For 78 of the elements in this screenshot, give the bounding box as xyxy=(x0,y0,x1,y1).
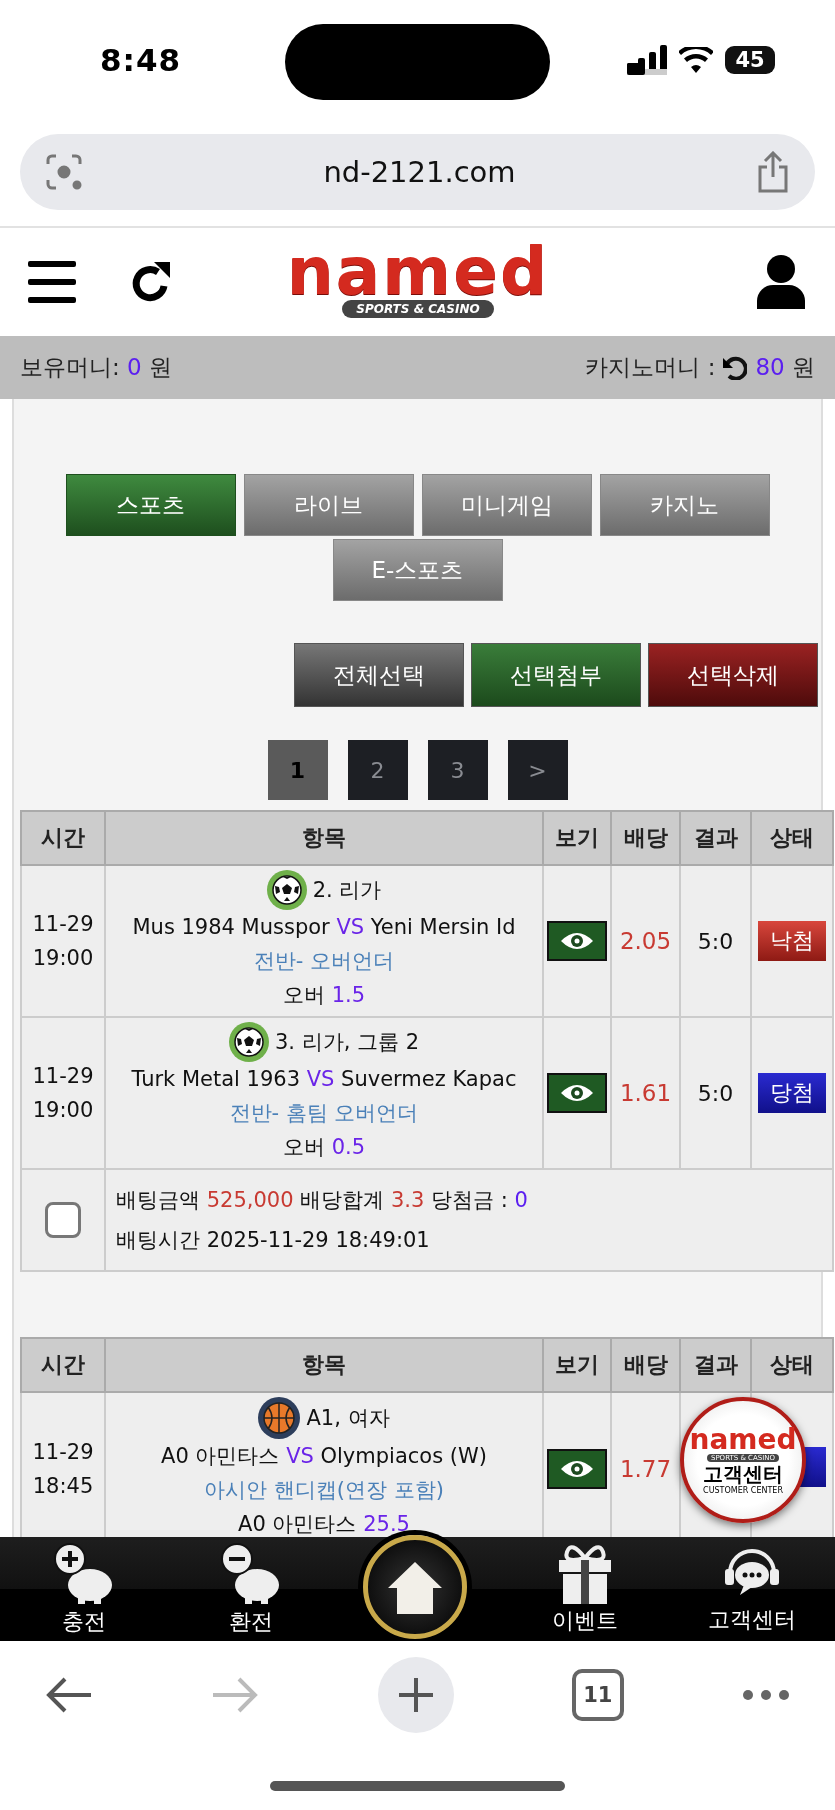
status-badge: 당첨 xyxy=(758,1073,826,1113)
column-header: 항목 xyxy=(302,1352,346,1377)
soccer-ball-icon xyxy=(228,1022,269,1062)
bet-pick: A0 아민타스 25.5 xyxy=(238,1511,410,1537)
market-name: 전반- 오버언더 xyxy=(253,948,395,975)
nav-item[interactable]: 고객센터 xyxy=(668,1537,835,1641)
house-icon xyxy=(386,1560,444,1614)
battery-indicator: 45 xyxy=(725,46,775,74)
page-button[interactable]: 2 xyxy=(347,740,408,800)
more-icon[interactable] xyxy=(742,1689,790,1701)
balance-text: 보유머니: 0 원 xyxy=(20,353,172,382)
odds-value: 2.05 xyxy=(619,928,672,954)
refresh-icon[interactable] xyxy=(723,355,748,380)
match-teams: Mus 1984 Musspor VS Yeni Mersin Id xyxy=(132,914,516,941)
view-button[interactable] xyxy=(547,1449,607,1489)
nav-item[interactable]: 환전 xyxy=(167,1537,334,1641)
league-name: 2. 리가 xyxy=(312,877,382,904)
column-header: 배당 xyxy=(623,825,668,850)
view-button[interactable] xyxy=(547,921,607,961)
wifi-icon xyxy=(679,47,713,73)
league-name: 3. 리가, 그룹 2 xyxy=(274,1029,420,1056)
category-tab[interactable]: E-스포츠 xyxy=(332,539,503,601)
basketball-icon xyxy=(258,1397,301,1439)
bet-pick: 오버 1.5 xyxy=(282,982,366,1009)
checkbox[interactable] xyxy=(45,1202,81,1238)
match-time: 11-29 19:00 xyxy=(31,1063,95,1124)
url-text: nd-2121.com xyxy=(323,155,516,189)
nav-item[interactable]: 이벤트 xyxy=(501,1537,668,1641)
page-button[interactable]: 3 xyxy=(427,740,488,800)
bet-time: 배팅시간 2025-11-29 18:49:01 xyxy=(116,1228,430,1252)
match-teams: A0 아민타스 VS Olympiacos (W) xyxy=(161,1443,487,1470)
casino-money-label: 카지노머니 : xyxy=(585,353,716,382)
category-tab[interactable]: 미니게임 xyxy=(421,474,592,536)
column-header: 결과 xyxy=(693,825,738,850)
refresh-icon[interactable] xyxy=(130,260,172,304)
status-badge: 낙첨 xyxy=(758,921,826,961)
market-name: 아시안 핸디캡(연장 포함) xyxy=(204,1477,444,1504)
clock: 8:48 xyxy=(100,42,182,78)
soccer-ball-icon xyxy=(266,870,307,910)
delete-selected-button[interactable]: 선택삭제 xyxy=(648,643,818,707)
address-bar[interactable]: nd-2121.com xyxy=(20,134,815,210)
column-header: 보기 xyxy=(555,1352,599,1377)
column-header: 보기 xyxy=(555,825,599,850)
match-score: 5:0 xyxy=(697,1080,734,1106)
match-time: 11-29 19:00 xyxy=(31,911,95,972)
column-header: 상태 xyxy=(770,1352,814,1377)
column-header: 상태 xyxy=(770,825,814,850)
odds-value: 1.61 xyxy=(619,1080,672,1106)
menu-icon[interactable] xyxy=(28,261,76,303)
gift-icon xyxy=(556,1542,613,1604)
odds-value: 1.77 xyxy=(619,1456,672,1482)
page-button[interactable]: > xyxy=(507,740,568,800)
league-name: A1, 여자 xyxy=(306,1405,390,1432)
category-tab[interactable]: 라이브 xyxy=(243,474,414,536)
casino-money-value: 80 원 xyxy=(755,353,815,382)
column-header: 시간 xyxy=(41,825,85,850)
view-button[interactable] xyxy=(547,1073,607,1113)
column-header: 결과 xyxy=(693,1352,738,1377)
user-icon[interactable] xyxy=(757,255,805,309)
plus-icon xyxy=(396,1676,435,1714)
column-header: 항목 xyxy=(302,825,346,850)
column-header: 배당 xyxy=(623,1352,668,1377)
back-icon[interactable] xyxy=(45,1675,93,1715)
signal-icon xyxy=(627,45,667,75)
attach-selected-button[interactable]: 선택첨부 xyxy=(471,643,641,707)
market-name: 전반- 홈팀 오버언더 xyxy=(229,1100,419,1127)
category-tab[interactable]: 카지노 xyxy=(599,474,770,536)
category-tab[interactable]: 스포츠 xyxy=(65,474,236,536)
bet-summary: 배팅금액 525,000 배당합계 3.3 당첨금 : 0 xyxy=(116,1188,528,1212)
bet-pick: 오버 0.5 xyxy=(282,1134,366,1161)
match-teams: Turk Metal 1963 VS Suvermez Kapac xyxy=(131,1066,517,1093)
match-score: 5:0 xyxy=(697,928,734,954)
camera-icon[interactable] xyxy=(44,152,84,192)
nav-item[interactable]: 충전 xyxy=(0,1537,167,1641)
tab-count-button[interactable]: 11 xyxy=(571,1669,624,1721)
column-header: 시간 xyxy=(41,1352,85,1377)
select-all-button[interactable]: 전체선택 xyxy=(294,643,464,707)
match-time: 11-29 18:45 xyxy=(31,1439,95,1500)
